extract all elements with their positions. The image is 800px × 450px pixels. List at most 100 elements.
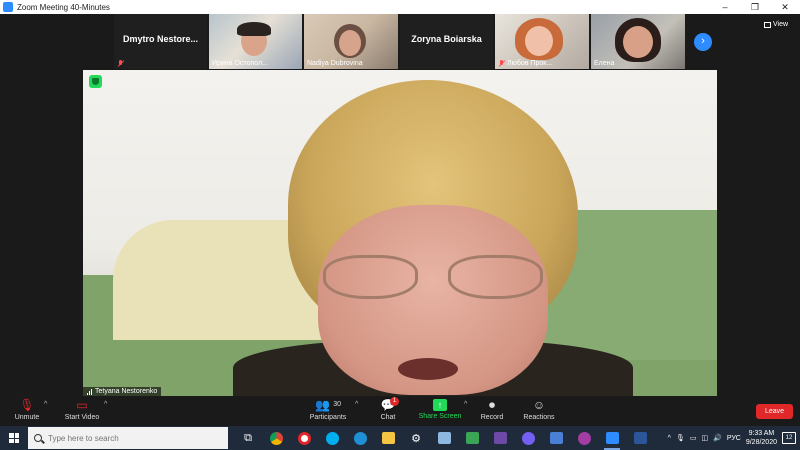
- share-screen-button[interactable]: ↑ Share Screen: [418, 398, 462, 420]
- minimize-button[interactable]: –: [710, 0, 740, 14]
- speaker-mouth: [398, 358, 458, 380]
- security-shield-icon[interactable]: [89, 75, 102, 88]
- taskbar-word[interactable]: [626, 426, 654, 450]
- signal-strength-icon: [87, 388, 92, 395]
- taskbar-apps: ⧉ ⚙: [234, 426, 654, 450]
- participant-name: Елена: [594, 60, 615, 67]
- taskbar-zoom[interactable]: [598, 426, 626, 450]
- taskbar-search[interactable]: [28, 427, 228, 449]
- reactions-button[interactable]: ☺ Reactions: [522, 398, 556, 421]
- gear-icon: ⚙: [411, 432, 421, 445]
- microphone-icon[interactable]: 🎙: [676, 434, 685, 442]
- muted-mic-icon: 🎙: [19, 398, 35, 412]
- muted-mic-icon: [117, 60, 124, 67]
- participants-count: 30: [333, 401, 342, 408]
- grid-view-icon: [764, 21, 771, 28]
- speaker-name: Tetyana Nestorenko: [95, 388, 158, 395]
- taskbar-app-5[interactable]: [570, 426, 598, 450]
- meeting-toolbar: 🎙 Unmute ^ ▭ Start Video ^ 👥 30 Particip…: [0, 396, 800, 426]
- audio-options-caret[interactable]: ^: [44, 401, 47, 408]
- share-options-caret[interactable]: ^: [464, 401, 467, 408]
- taskbar-app-1[interactable]: [430, 426, 458, 450]
- opera-icon: [297, 431, 311, 445]
- chat-button[interactable]: 💬 1 Chat: [376, 397, 400, 421]
- maximize-button[interactable]: ❐: [740, 0, 770, 14]
- leave-button[interactable]: Leave: [756, 404, 793, 419]
- view-button[interactable]: View: [764, 21, 788, 28]
- network-icon[interactable]: ◫: [701, 434, 708, 442]
- chrome-icon: [269, 431, 283, 445]
- participant-tile[interactable]: Zoryna Boiarska: [400, 14, 493, 69]
- speaker-name-tag: Tetyana Nestorenko: [83, 387, 162, 396]
- windows-taskbar: ⧉ ⚙ ^ 🎙 ▭ ◫ 🔊 РУС 9:33 AM 9/28/2020 12: [0, 426, 800, 450]
- notifications-button[interactable]: 12: [782, 432, 796, 444]
- language-indicator[interactable]: РУС: [727, 435, 741, 442]
- taskbar-viber[interactable]: [514, 426, 542, 450]
- word-icon: [633, 432, 647, 444]
- clock-date: 9/28/2020: [745, 439, 777, 446]
- taskbar-clock[interactable]: 9:33 AM 9/28/2020: [746, 429, 777, 447]
- taskbar-app-4[interactable]: [542, 426, 570, 450]
- start-button[interactable]: [0, 426, 28, 450]
- taskbar-opera[interactable]: [290, 426, 318, 450]
- participant-face: [525, 26, 553, 56]
- app-icon: [549, 432, 563, 444]
- taskbar-file-explorer[interactable]: [374, 426, 402, 450]
- app-icon: [493, 432, 507, 444]
- clock-time: 9:33 AM: [748, 430, 775, 437]
- taskbar-app-3[interactable]: [486, 426, 514, 450]
- participant-name: Ирина Остопол...: [212, 60, 268, 67]
- taskbar-skype[interactable]: [318, 426, 346, 450]
- zoom-app-icon: [3, 2, 13, 12]
- window-titlebar: Zoom Meeting 40-Minutes – ❐ ✕: [0, 0, 800, 14]
- participant-tile[interactable]: Nadiya Dubrovina: [304, 14, 398, 69]
- taskbar-search-input[interactable]: [48, 433, 208, 443]
- edge-icon: [353, 431, 367, 445]
- participant-tile[interactable]: Елена: [591, 14, 685, 69]
- unmute-button[interactable]: 🎙 Unmute: [12, 398, 42, 421]
- tray-overflow-icon[interactable]: ^: [668, 435, 671, 442]
- participant-name: Nadiya Dubrovina: [307, 60, 363, 67]
- participant-tile[interactable]: Ирина Остопол...: [209, 14, 302, 69]
- start-video-button[interactable]: ▭ Start Video: [62, 398, 102, 421]
- reactions-icon: ☺: [532, 398, 546, 412]
- participants-icon: 👥: [314, 398, 330, 412]
- search-icon: [34, 434, 42, 442]
- taskbar-edge[interactable]: [346, 426, 374, 450]
- participant-name: Любов Прок...: [507, 60, 553, 67]
- app-icon: [577, 431, 591, 445]
- window-controls: – ❐ ✕: [710, 0, 800, 14]
- window-title: Zoom Meeting 40-Minutes: [17, 2, 110, 12]
- zoom-icon: [605, 432, 619, 444]
- video-options-caret[interactable]: ^: [104, 401, 107, 408]
- participant-tile[interactable]: Dmytro Nestore...: [114, 14, 207, 69]
- participants-button[interactable]: 👥 30 Participants: [307, 398, 349, 421]
- task-view-icon: ⧉: [244, 431, 252, 444]
- muted-mic-icon: [498, 60, 505, 67]
- participant-strip: Dmytro Nestore... Ирина Остопол... Nadiy…: [0, 14, 800, 70]
- share-screen-icon: ↑: [433, 399, 447, 411]
- record-button[interactable]: ⏺ Record: [478, 398, 506, 421]
- taskbar-settings[interactable]: ⚙: [402, 426, 430, 450]
- chat-unread-badge: 1: [390, 397, 399, 406]
- task-view-button[interactable]: ⧉: [234, 426, 262, 450]
- participant-name: Zoryna Boiarska: [411, 34, 482, 44]
- participant-face: [623, 26, 653, 58]
- participant-hair: [237, 22, 271, 36]
- taskbar-app-2[interactable]: [458, 426, 486, 450]
- video-off-icon: ▭: [76, 398, 88, 412]
- windows-logo-icon: [9, 433, 19, 443]
- folder-icon: [381, 432, 395, 444]
- speaker-glasses: [323, 255, 543, 303]
- active-speaker-video[interactable]: Tetyana Nestorenko: [83, 70, 717, 396]
- close-button[interactable]: ✕: [770, 0, 800, 14]
- record-icon: ⏺: [488, 398, 495, 412]
- participants-options-caret[interactable]: ^: [355, 401, 358, 408]
- battery-icon[interactable]: ▭: [690, 434, 697, 442]
- system-tray: ^ 🎙 ▭ ◫ 🔊 РУС 9:33 AM 9/28/2020 12: [668, 429, 800, 447]
- volume-icon[interactable]: 🔊: [713, 434, 722, 442]
- participant-name: Dmytro Nestore...: [122, 34, 199, 44]
- next-page-button[interactable]: ›: [694, 33, 712, 51]
- taskbar-chrome[interactable]: [262, 426, 290, 450]
- participant-tile[interactable]: Любов Прок...: [495, 14, 589, 69]
